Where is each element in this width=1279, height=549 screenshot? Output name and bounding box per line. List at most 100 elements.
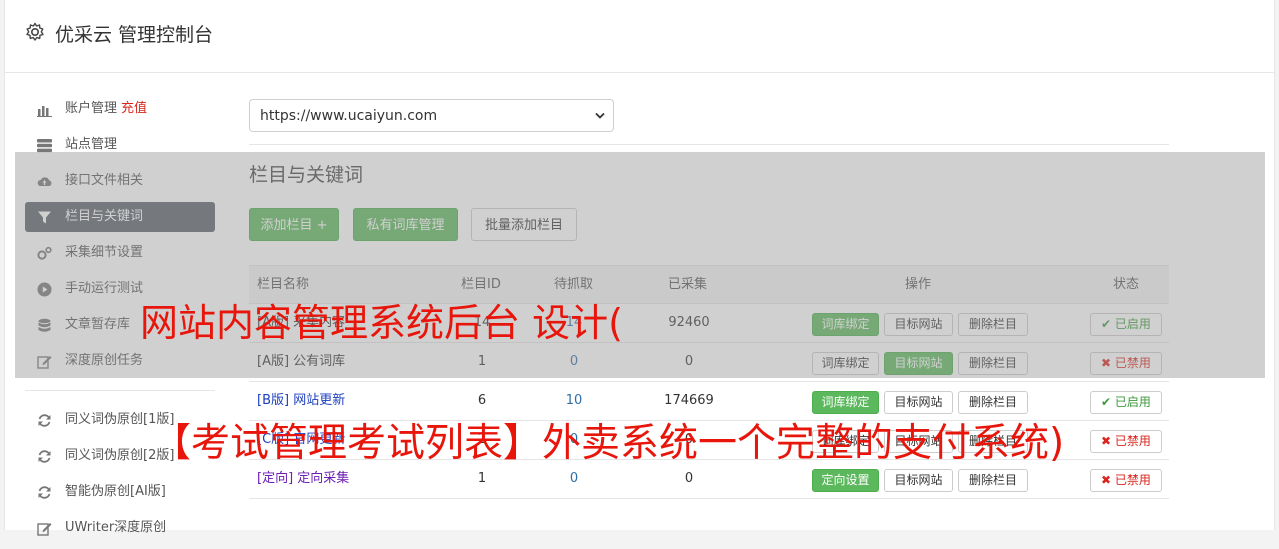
server-icon: [37, 139, 52, 153]
col-header-status: 状态: [1113, 277, 1140, 292]
sidebar-item-label: 账户管理: [65, 101, 118, 116]
column-name[interactable]: [C版] 官网更新: [257, 420, 345, 459]
column-name[interactable]: [B版] 网站更新: [257, 381, 345, 420]
column-id: 14: [473, 315, 491, 330]
col-header-name: 栏目名称: [257, 277, 310, 292]
sidebar-item-synonym-v1[interactable]: 同义词伪原创[1版]: [25, 405, 215, 435]
delete-column-button[interactable]: 删除栏目: [958, 313, 1028, 336]
sidebar-item-label: UWriter深度原创: [65, 520, 167, 535]
sidebar-item-uwriter[interactable]: UWriter深度原创: [25, 513, 215, 543]
col-header-collected: 已采集: [668, 277, 708, 292]
sidebar-item-synonym-v2[interactable]: 同义词伪原创[2版]: [25, 441, 215, 471]
sidebar-item-manual-run[interactable]: 手动运行测试: [25, 274, 215, 304]
directed-settings-button[interactable]: 定向设置: [812, 469, 879, 492]
table-row: [C版] 官网更新 2 0 0 词库绑定 目标网站 删除栏目 ✖ 已禁用: [249, 420, 1169, 460]
col-header-id: 栏目ID: [461, 277, 501, 292]
filter-icon: [38, 211, 51, 224]
gear-icon: [26, 22, 44, 41]
column-id: 6: [477, 393, 487, 408]
site-select-value: https://www.ucaiyun.com: [260, 108, 438, 124]
database-icon: [38, 318, 51, 332]
column-id: 1: [477, 354, 487, 369]
status-toggle[interactable]: ✔ 已启用: [1090, 313, 1162, 336]
sidebar-item-collect-settings[interactable]: 采集细节设置: [25, 238, 215, 268]
column-name[interactable]: [A版] 公有词库: [257, 342, 345, 381]
pending-count[interactable]: 0: [539, 459, 609, 498]
dictionary-bind-button[interactable]: 词库绑定: [812, 352, 879, 375]
collected-count: 0: [684, 432, 694, 447]
refresh-icon: [38, 414, 51, 427]
delete-column-button[interactable]: 删除栏目: [958, 391, 1028, 414]
target-site-button[interactable]: 目标网站: [884, 469, 953, 492]
collected-count: 174669: [664, 393, 714, 408]
sidebar-item-label: 手动运行测试: [65, 281, 144, 296]
batch-add-columns-button[interactable]: 批量添加栏目: [471, 208, 577, 241]
sidebar-item-sites[interactable]: 站点管理: [25, 130, 215, 160]
pending-count[interactable]: 10: [539, 381, 609, 420]
sidebar-item-label: 站点管理: [65, 137, 118, 152]
pending-count[interactable]: 0: [539, 420, 609, 459]
cloud-upload-icon: [37, 177, 52, 186]
target-site-button[interactable]: 目标网站: [884, 313, 953, 336]
console-panel: 优采云 管理控制台 账户管理 充值 站点管理 接口文件相关 栏目与关键词 采集细节…: [4, 0, 1275, 536]
sidebar-item-label: 采集细节设置: [65, 245, 144, 260]
edit-icon: [37, 356, 52, 369]
delete-column-button[interactable]: 删除栏目: [958, 352, 1028, 375]
sidebar-item-label: 同义词伪原创[2版]: [65, 448, 175, 463]
sidebar-item-account[interactable]: 账户管理 充值: [25, 94, 215, 124]
sidebar-item-label: 栏目与关键词: [65, 209, 144, 224]
sidebar-item-label: 同义词伪原创[1版]: [65, 412, 175, 427]
private-dictionary-button[interactable]: 私有词库管理: [353, 208, 458, 241]
chevron-down-icon: [595, 112, 605, 119]
status-label: 已启用: [1114, 395, 1151, 409]
table-row: [A版] 公有词库 1 0 0 词库绑定 目标网站 删除栏目 ✖ 已禁用: [249, 342, 1169, 382]
sidebar-item-columns-keywords[interactable]: 栏目与关键词: [25, 202, 215, 232]
status-toggle[interactable]: ✖ 已禁用: [1090, 430, 1162, 453]
edit-icon: [37, 523, 52, 536]
sidebar-item-label: 智能伪原创[AI版]: [65, 484, 166, 499]
recharge-link[interactable]: 充值: [121, 101, 147, 116]
cogs-icon: [37, 246, 52, 260]
delete-column-button[interactable]: 删除栏目: [958, 469, 1028, 492]
site-select[interactable]: https://www.ucaiyun.com: [249, 99, 614, 132]
delete-column-button[interactable]: 删除栏目: [958, 430, 1028, 453]
sidebar-item-deep-original[interactable]: 深度原创任务: [25, 346, 215, 376]
sidebar-divider: [25, 390, 215, 391]
section-title: 栏目与关键词: [249, 164, 364, 186]
dictionary-bind-button[interactable]: 词库绑定: [812, 313, 879, 336]
pending-count[interactable]: 0: [539, 342, 609, 381]
col-header-pending: 待抓取: [554, 277, 594, 292]
target-site-button[interactable]: 目标网站: [884, 430, 953, 453]
page-title: 优采云 管理控制台: [55, 24, 214, 46]
collected-count: 0: [684, 471, 694, 486]
status-toggle[interactable]: ✖ 已禁用: [1090, 469, 1162, 492]
sidebar-item-label: 文章暂存库: [65, 317, 131, 332]
collected-count: 92460: [668, 315, 710, 330]
dictionary-bind-button[interactable]: 词库绑定: [812, 430, 879, 453]
target-site-button[interactable]: 目标网站: [884, 391, 953, 414]
status-label: 已启用: [1114, 317, 1151, 331]
sidebar-item-ai-rewrite[interactable]: 智能伪原创[AI版]: [25, 477, 215, 507]
status-toggle[interactable]: ✔ 已启用: [1090, 391, 1162, 414]
add-column-button[interactable]: 添加栏目 +: [249, 208, 339, 241]
column-name[interactable]: [定向] 定向采集: [257, 459, 349, 498]
table-row: [定向] 定向采集 1 0 0 定向设置 目标网站 删除栏目 ✖ 已禁用: [249, 459, 1169, 499]
bar-chart-icon: [37, 106, 52, 117]
status-toggle[interactable]: ✖ 已禁用: [1090, 352, 1162, 375]
sidebar-item-article-storage[interactable]: 文章暂存库: [25, 310, 215, 340]
dictionary-bind-button[interactable]: 词库绑定: [812, 391, 879, 414]
status-label: 已禁用: [1114, 434, 1151, 448]
sidebar: 账户管理 充值 站点管理 接口文件相关 栏目与关键词 采集细节设置 手动运行测试 …: [25, 94, 215, 549]
sidebar-item-interface-files[interactable]: 接口文件相关: [25, 166, 215, 196]
status-label: 已禁用: [1114, 473, 1151, 487]
status-label: 已禁用: [1114, 356, 1151, 370]
col-header-actions: 操作: [905, 277, 932, 292]
refresh-icon: [38, 450, 51, 463]
target-site-button[interactable]: 目标网站: [884, 352, 953, 375]
refresh-icon: [38, 486, 51, 499]
play-circle-icon: [37, 282, 52, 297]
pending-count[interactable]: 14: [539, 303, 609, 342]
collected-count: 0: [684, 354, 694, 369]
column-name[interactable]: [A版] 采集内容: [257, 303, 345, 342]
page-header: 优采云 管理控制台: [5, 0, 1274, 73]
